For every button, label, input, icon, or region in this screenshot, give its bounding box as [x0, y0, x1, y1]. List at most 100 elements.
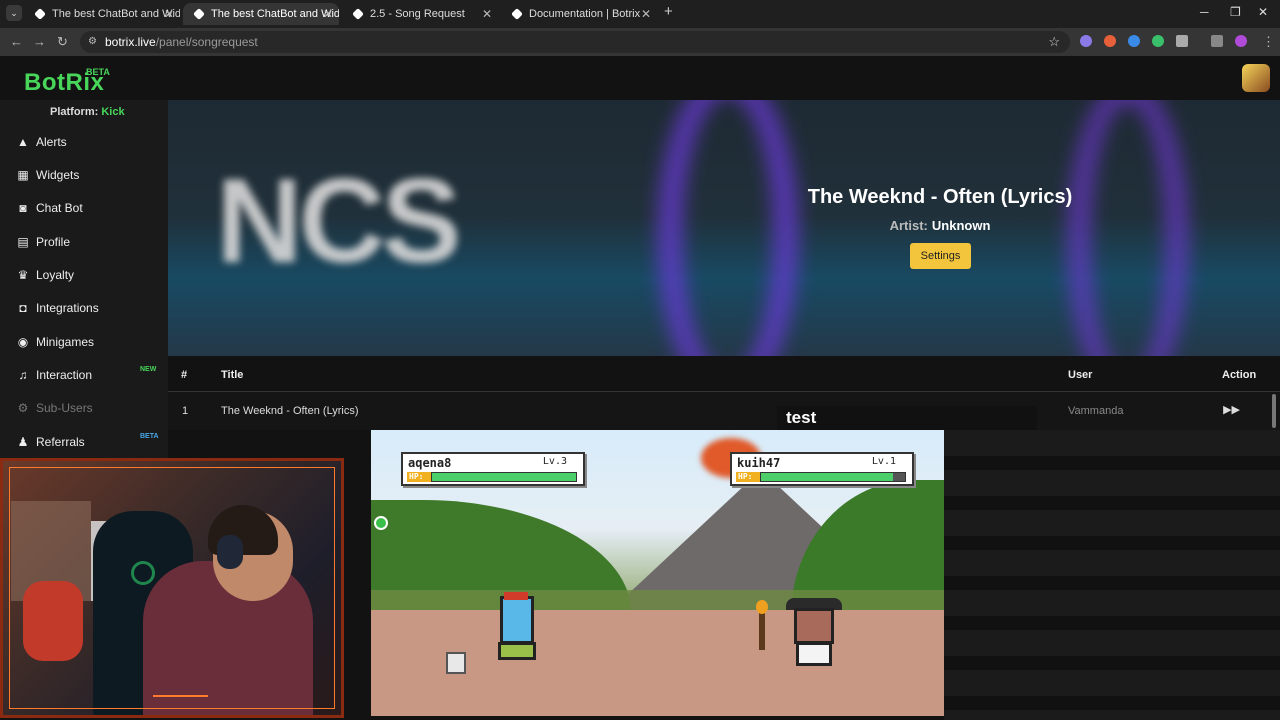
tab-search-button[interactable]: ⌄: [6, 5, 22, 21]
extension-icon[interactable]: [1104, 35, 1116, 47]
column-header-action: Action: [1222, 369, 1257, 381]
queue-table-header: # Title User Action: [168, 358, 1280, 392]
user-avatar[interactable]: [1242, 64, 1270, 92]
tab-title: Documentation | Botrix: [529, 8, 641, 20]
browser-menu-icon[interactable]: ⋮: [1262, 34, 1275, 50]
new-tab-icon[interactable]: +: [664, 3, 673, 20]
reading-list-icon[interactable]: [1211, 35, 1223, 47]
back-icon[interactable]: ←: [10, 34, 23, 49]
hp-label: HP:: [407, 472, 431, 482]
empty-area: [344, 460, 372, 720]
close-window-icon[interactable]: ✕: [1258, 5, 1268, 19]
close-tab-icon[interactable]: ✕: [164, 3, 174, 25]
browser-tab-1[interactable]: The best ChatBot and Widgets f ✕: [24, 3, 180, 25]
url-text: botrix.live/panel/songrequest: [105, 35, 258, 49]
browser-tab-2[interactable]: The best ChatBot and Widgets f ✕: [183, 3, 339, 25]
sidebar-item-sub-users[interactable]: ⚙ Sub-Users: [14, 401, 93, 421]
song-thumbnail: NCS: [216, 154, 461, 288]
tab-title: The best ChatBot and Widgets f: [52, 8, 180, 20]
extension-icon[interactable]: [1080, 35, 1092, 47]
torch: [759, 610, 765, 650]
sidebar-item-alerts[interactable]: ▲ Alerts: [14, 135, 67, 155]
webcam-overlay: [0, 458, 344, 718]
botrix-favicon-icon: [193, 8, 205, 20]
maximize-icon[interactable]: ❐: [1230, 5, 1241, 19]
botrix-favicon-icon: [34, 8, 46, 20]
close-tab-icon[interactable]: ✕: [323, 3, 333, 25]
address-bar[interactable]: ⚙ botrix.live/panel/songrequest ☆: [80, 31, 1070, 53]
gear-icon: ⚙: [17, 401, 29, 415]
empty-table-area: [944, 430, 1280, 720]
player1-status-box: aqena8 Lv.3 HP:: [401, 452, 585, 486]
player2-hp-fill: [761, 473, 894, 481]
beta-badge: BETA: [86, 67, 110, 77]
tab-title: 2.5 - Song Request: [370, 8, 465, 20]
botrix-favicon-icon: [511, 8, 523, 20]
forward-icon[interactable]: →: [33, 34, 46, 49]
now-playing-title: The Weeknd - Often (Lyrics): [807, 186, 1073, 208]
settings-button[interactable]: Settings: [910, 243, 971, 269]
tab-title: The best ChatBot and Widgets f: [211, 8, 339, 20]
trophy-icon: ♛: [17, 268, 29, 282]
bookmark-star-icon[interactable]: ☆: [1048, 34, 1060, 50]
sidebar-item-referrals[interactable]: ♟ Referrals: [14, 435, 85, 455]
now-playing-artist: Artist: Unknown: [889, 218, 991, 233]
browser-tab-bar: ⌄ The best ChatBot and Widgets f ✕ The b…: [0, 0, 1280, 28]
sidebar-item-widgets[interactable]: ▦ Widgets: [14, 168, 79, 188]
player2-character: [786, 596, 842, 672]
beta-badge: BETA: [140, 433, 159, 440]
test-overlay-text: test: [786, 408, 817, 427]
integrations-icon: ◘: [19, 301, 27, 315]
row-number: 1: [182, 405, 189, 417]
cat-pet: [446, 652, 466, 674]
profile-avatar-icon[interactable]: [1235, 35, 1247, 47]
hp-label: HP:: [736, 472, 760, 482]
sidebar-item-loyalty[interactable]: ♛ Loyalty: [14, 268, 74, 288]
row-user: Vammanda: [1068, 405, 1124, 417]
robot-icon: ◙: [19, 201, 27, 215]
browser-tab-3[interactable]: 2.5 - Song Request ✕: [342, 3, 498, 25]
column-header-number: #: [181, 369, 188, 381]
webcam-frame-bar: [153, 695, 208, 697]
player1-hp-fill: [432, 473, 576, 481]
gamepad-icon: ◉: [17, 335, 29, 349]
sidebar-item-integrations[interactable]: ◘ Integrations: [14, 301, 98, 321]
app-header: BotRix BETA: [0, 56, 1280, 100]
reload-icon[interactable]: ↻: [57, 34, 68, 50]
site-info-icon[interactable]: ⚙: [88, 36, 97, 47]
widgets-icon: ▦: [17, 168, 29, 182]
sidebar: Platform: Kick ▲ Alerts ▦ Widgets ◙ Chat Bo…: [0, 100, 168, 460]
extension-icon[interactable]: [1128, 35, 1140, 47]
minigame-overlay: aqena8 Lv.3 HP: kuih47 Lv.1 HP:: [371, 430, 944, 716]
player1-hp-bar: [431, 472, 577, 482]
id-card-icon: ▤: [17, 235, 29, 249]
table-row: 1 The Weeknd - Often (Lyrics) Vammanda ▶…: [168, 392, 1280, 430]
extension-icon[interactable]: [1152, 35, 1164, 47]
minimize-icon[interactable]: ─: [1200, 5, 1209, 19]
browser-tab-4[interactable]: Documentation | Botrix ✕: [501, 3, 657, 25]
player2-name: kuih47: [737, 456, 781, 470]
sidebar-item-profile[interactable]: ▤ Profile: [14, 235, 70, 255]
close-tab-icon[interactable]: ✕: [641, 3, 651, 25]
new-badge: NEW: [140, 366, 157, 373]
player1-name: aqena8: [408, 456, 452, 470]
music-icon: ♫: [18, 368, 28, 382]
close-tab-icon[interactable]: ✕: [482, 3, 492, 25]
warning-icon: ▲: [17, 135, 29, 149]
player2-hp-bar: [760, 472, 906, 482]
extensions-puzzle-icon[interactable]: [1176, 35, 1188, 47]
botrix-favicon-icon: [352, 8, 364, 20]
player1-character: [494, 592, 538, 664]
now-playing-banner: NCS The Weeknd - Often (Lyrics) Artist: U…: [168, 100, 1280, 356]
column-header-user: User: [1068, 369, 1093, 381]
sidebar-item-minigames[interactable]: ◉ Minigames: [14, 335, 94, 355]
row-title: The Weeknd - Often (Lyrics): [221, 405, 359, 417]
scrollbar[interactable]: [1272, 394, 1276, 428]
users-icon: ♟: [17, 435, 29, 449]
skip-forward-icon[interactable]: ▶▶: [1223, 403, 1240, 416]
sidebar-item-chat-bot[interactable]: ◙ Chat Bot: [14, 201, 82, 221]
torch-fire: [756, 600, 768, 614]
browser-toolbar: ← → ↻ ⚙ botrix.live/panel/songrequest ☆ …: [0, 28, 1280, 56]
player2-level: Lv.1: [871, 456, 896, 467]
green-orb-icon: [374, 516, 388, 530]
